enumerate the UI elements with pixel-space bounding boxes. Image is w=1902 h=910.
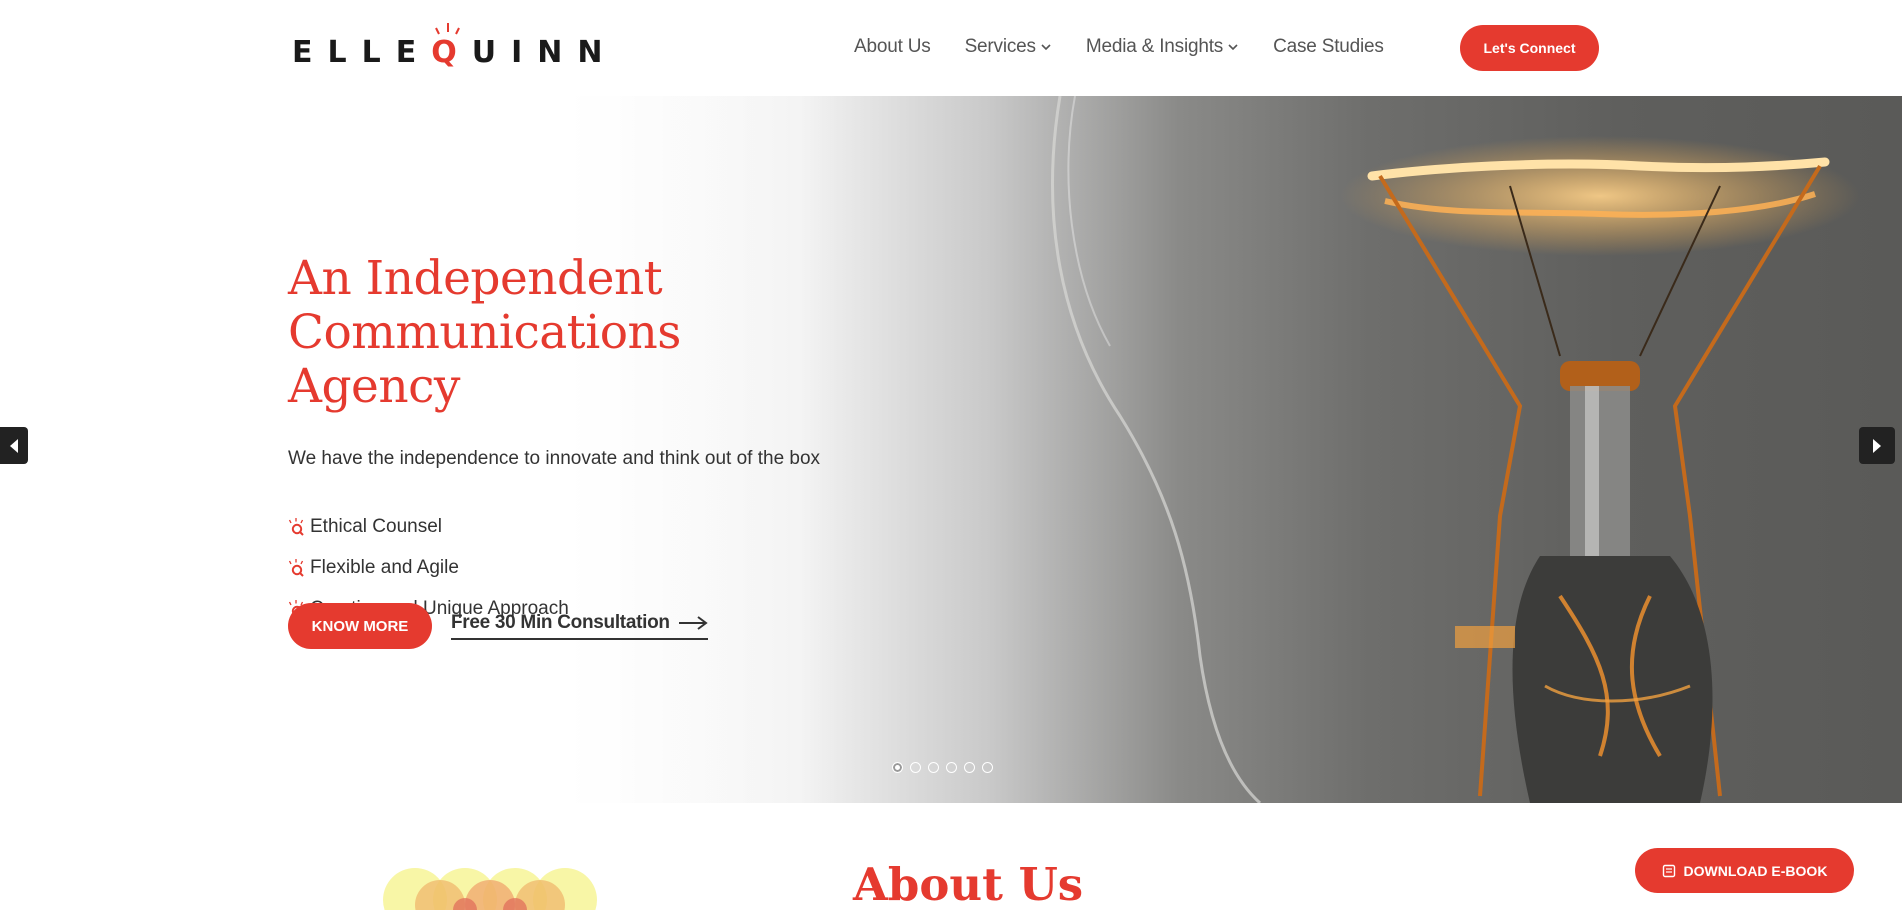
logo-rays-icon xyxy=(435,23,461,35)
nav-services-label: Services xyxy=(964,36,1036,57)
lets-connect-button[interactable]: Let's Connect xyxy=(1460,25,1599,71)
brand-logo[interactable]: ELLE Q UINN xyxy=(292,23,618,70)
logo-q-letter: Q xyxy=(431,35,472,70)
know-more-button[interactable]: KNOW MORE xyxy=(288,603,432,649)
hero-slider: An Independent Communications Agency We … xyxy=(0,96,1902,803)
slider-pagination xyxy=(892,762,993,773)
hero-subtitle: We have the independence to innovate and… xyxy=(288,448,821,469)
free-consultation-label: Free 30 Min Consultation xyxy=(451,612,670,633)
slide-dot-3[interactable] xyxy=(928,762,939,773)
main-nav: About Us Services Media & Insights Case … xyxy=(854,36,1384,58)
nav-media-insights-label: Media & Insights xyxy=(1085,36,1224,57)
caret-right-icon xyxy=(1873,438,1881,453)
hero-title-line2: Communications Agency xyxy=(288,305,681,414)
chevron-down-icon xyxy=(1228,44,1238,51)
chevron-down-icon xyxy=(1041,44,1051,51)
slider-next-button[interactable] xyxy=(1859,427,1895,464)
about-illustration xyxy=(383,868,597,910)
lightbulb-image xyxy=(600,96,1860,803)
nav-services[interactable]: Services xyxy=(965,36,1052,58)
q-logo-icon xyxy=(288,517,304,536)
nav-about-us[interactable]: About Us xyxy=(854,36,931,58)
download-ebook-label: DOWNLOAD E-BOOK xyxy=(1683,862,1828,879)
arrow-right-icon xyxy=(678,616,708,630)
slide-dot-2[interactable] xyxy=(910,762,921,773)
logo-wordmark: ELLE Q UINN xyxy=(292,23,618,70)
q-logo-icon xyxy=(288,558,304,577)
nav-case-studies[interactable]: Case Studies xyxy=(1273,36,1384,58)
nav-case-studies-label: Case Studies xyxy=(1273,36,1384,57)
book-icon xyxy=(1662,864,1675,877)
hero-title: An Independent Communications Agency xyxy=(288,252,848,414)
hero-actions: KNOW MORE Free 30 Min Consultation xyxy=(288,603,708,649)
caret-left-icon xyxy=(10,438,18,453)
slide-dot-1[interactable] xyxy=(892,762,903,773)
nav-media-insights[interactable]: Media & Insights xyxy=(1086,36,1239,58)
hero-title-line1: An Independent xyxy=(288,251,663,306)
feature-label: Ethical Counsel xyxy=(310,515,443,537)
list-item: Ethical Counsel xyxy=(288,506,848,547)
nav-about-us-label: About Us xyxy=(854,36,931,57)
logo-prefix: ELLE xyxy=(292,35,432,70)
about-title: About Us xyxy=(853,858,1084,910)
slide-dot-4[interactable] xyxy=(946,762,957,773)
feature-label: Flexible and Agile xyxy=(310,556,459,578)
logo-suffix: UINN xyxy=(471,35,618,70)
free-consultation-link[interactable]: Free 30 Min Consultation xyxy=(451,612,708,640)
list-item: Flexible and Agile xyxy=(288,547,848,588)
download-ebook-button[interactable]: DOWNLOAD E-BOOK xyxy=(1635,848,1854,893)
logo-q: Q xyxy=(431,23,472,70)
site-header: ELLE Q UINN About Us Services Media & In… xyxy=(0,0,1902,96)
slide-dot-5[interactable] xyxy=(964,762,975,773)
hero-content: An Independent Communications Agency We … xyxy=(288,252,848,629)
slide-dot-6[interactable] xyxy=(982,762,993,773)
slider-prev-button[interactable] xyxy=(0,427,28,464)
